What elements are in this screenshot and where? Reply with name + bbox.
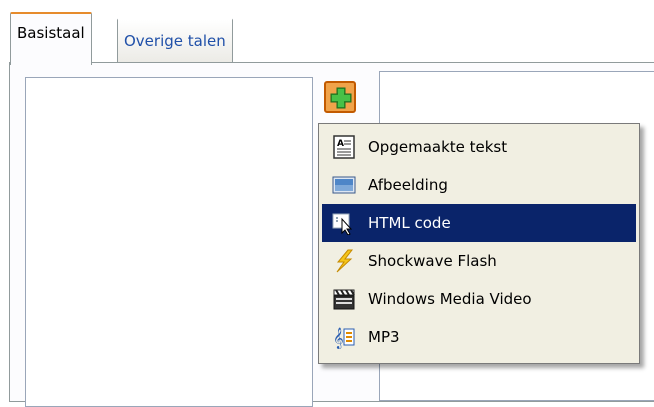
music-icon: 𝄞 (330, 323, 358, 351)
add-content-menu: A Opgemaakte tekst Afbeelding HTML code … (318, 123, 640, 364)
plus-icon (330, 87, 352, 109)
menu-item-mp3[interactable]: 𝄞 MP3 (322, 318, 636, 356)
tab-basistaal[interactable]: Basistaal (10, 12, 92, 65)
menu-item-windows-media-video[interactable]: Windows Media Video (322, 280, 636, 318)
menu-item-label: Shockwave Flash (368, 252, 497, 270)
svg-text:𝄞: 𝄞 (333, 328, 344, 349)
menu-item-opgemaakte-tekst[interactable]: A Opgemaakte tekst (322, 128, 636, 166)
menu-item-shockwave-flash[interactable]: Shockwave Flash (322, 242, 636, 280)
menu-item-label: HTML code (368, 214, 451, 232)
menu-item-label: Windows Media Video (368, 290, 532, 308)
tab-overige-talen[interactable]: Overige talen (117, 18, 233, 62)
content-list[interactable] (25, 77, 313, 407)
menu-item-afbeelding[interactable]: Afbeelding (322, 166, 636, 204)
menu-item-label: Afbeelding (368, 176, 448, 194)
menu-item-label: Opgemaakte tekst (368, 138, 508, 156)
add-content-button[interactable] (324, 81, 356, 113)
html-code-icon (330, 209, 358, 237)
video-clapper-icon (330, 285, 358, 313)
menu-item-label: MP3 (368, 328, 400, 346)
tab-overige-talen-label: Overige talen (124, 32, 226, 50)
tab-basistaal-label: Basistaal (17, 24, 85, 42)
image-icon (330, 171, 358, 199)
formatted-text-icon: A (330, 133, 358, 161)
flash-icon (330, 247, 358, 275)
menu-item-html-code[interactable]: HTML code (322, 204, 636, 242)
svg-text:A: A (337, 139, 344, 149)
